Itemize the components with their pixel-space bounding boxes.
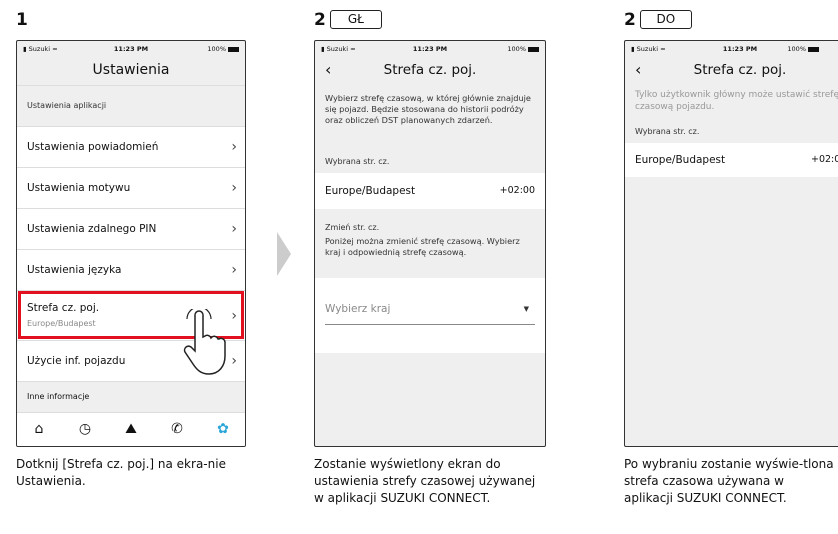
country-select-panel: Wybierz kraj ▼	[315, 278, 545, 353]
selected-timezone-row: Europe/Budapest +02:00	[625, 143, 838, 177]
page-title: Strefa cz. poj.	[693, 62, 787, 78]
row-label: Użycie inf. pojazdu	[27, 355, 126, 367]
page-title: Ustawienia	[92, 62, 170, 78]
section-app-settings: Ustawienia aplikacji	[17, 85, 245, 126]
chevron-right-icon: ›	[231, 221, 237, 237]
back-arrow-icon[interactable]: ‹	[325, 55, 331, 85]
change-timezone-label: Zmień str. cz.	[325, 223, 380, 232]
row-label: Ustawienia języka	[27, 264, 122, 276]
country-select-placeholder: Wybierz kraj	[325, 303, 391, 315]
step-number-1: 1	[16, 10, 28, 30]
map-icon[interactable]: ⛰	[121, 421, 141, 437]
settings-row-theme[interactable]: Ustawienia motywu ›	[17, 167, 245, 208]
selected-timezone-label: Wybrana str. cz.	[635, 127, 700, 136]
status-bar: ▮ Suzuki ≈ 11:23 PM 100%	[17, 41, 245, 55]
back-arrow-icon[interactable]: ‹	[635, 55, 641, 85]
chevron-right-icon: ›	[231, 307, 237, 324]
page-title: Strefa cz. poj.	[383, 62, 477, 78]
history-icon[interactable]: ◷	[75, 421, 95, 437]
caption-step-2-main: Zostanie wyświetlony ekran do ustawienia…	[314, 457, 536, 505]
battery-indicator: 100%	[207, 45, 239, 53]
step-number-2-main: 2 GŁ	[314, 10, 382, 30]
main-user-tag: GŁ	[329, 10, 382, 29]
bottom-navigation: ⌂ ◷ ⛰ ✆ ✿	[17, 412, 245, 446]
timezone-offset: +02:00	[811, 154, 838, 165]
battery-indicator: 100%	[787, 45, 819, 53]
phone-screen-timezone-other: ▮ Suzuki ≈ 11:23 PM 100% ‹ Strefa cz. po…	[624, 40, 838, 447]
phone-screen-timezone-main: ▮ Suzuki ≈ 11:23 PM 100% ‹ Strefa cz. po…	[314, 40, 546, 447]
battery-icon	[228, 47, 239, 52]
country-select[interactable]: Wybierz kraj ▼	[325, 294, 535, 325]
page-title-bar: ‹ Strefa cz. poj.	[625, 55, 838, 85]
next-step-arrow	[277, 232, 291, 276]
selected-timezone-row: Europe/Budapest +02:00	[315, 173, 545, 209]
phone-icon[interactable]: ✆	[167, 421, 187, 437]
timezone-name: Europe/Budapest	[325, 185, 416, 197]
chevron-right-icon: ›	[231, 180, 237, 196]
selected-timezone-label: Wybrana str. cz.	[325, 157, 390, 166]
page-title-bar: ‹ Strefa cz. poj.	[315, 55, 545, 85]
row-label: Ustawienia zdalnego PIN	[27, 223, 157, 235]
timezone-description: Wybierz strefę czasową, w której głównie…	[325, 93, 531, 125]
step-number-2-other: 2 DO	[624, 10, 692, 30]
row-label: Ustawienia motywu	[27, 182, 131, 194]
timezone-name: Europe/Budapest	[635, 154, 726, 166]
chevron-right-icon: ›	[231, 139, 237, 155]
settings-row-notifications[interactable]: Ustawienia powiadomień ›	[17, 126, 245, 167]
settings-row-remote-pin[interactable]: Ustawienia zdalnego PIN ›	[17, 208, 245, 249]
tap-hand-icon	[183, 309, 226, 375]
other-user-tag: DO	[639, 10, 692, 29]
home-icon[interactable]: ⌂	[29, 421, 49, 437]
timezone-offset: +02:00	[499, 185, 535, 196]
status-bar: ▮ Suzuki ≈ 11:23 PM 100%	[315, 41, 545, 55]
gear-icon[interactable]: ✿	[213, 421, 233, 437]
row-label: Ustawienia powiadomień	[27, 141, 159, 153]
main-user-only-notice: Tylko użytkownik główny może ustawić str…	[635, 90, 838, 112]
battery-icon	[808, 47, 819, 52]
battery-indicator: 100%	[507, 45, 539, 53]
status-bar: ▮ Suzuki ≈ 11:23 PM 100%	[625, 41, 838, 55]
chevron-right-icon: ›	[231, 353, 237, 369]
caption-step-2-other: Po wybraniu zostanie wyświe-tlona strefa…	[624, 457, 834, 505]
chevron-right-icon: ›	[231, 262, 237, 278]
caption-step-1: Dotknij [Strefa cz. poj.] na ekra-nie Us…	[16, 457, 226, 488]
dropdown-arrow-icon: ▼	[523, 305, 529, 313]
change-timezone-description: Poniżej można zmienić strefę czasową. Wy…	[325, 236, 520, 257]
battery-icon	[528, 47, 539, 52]
phone-screen-settings: ▮ Suzuki ≈ 11:23 PM 100% Ustawienia Usta…	[16, 40, 246, 447]
section-other-info: Inne informacje	[17, 381, 245, 412]
settings-row-language[interactable]: Ustawienia języka ›	[17, 249, 245, 290]
